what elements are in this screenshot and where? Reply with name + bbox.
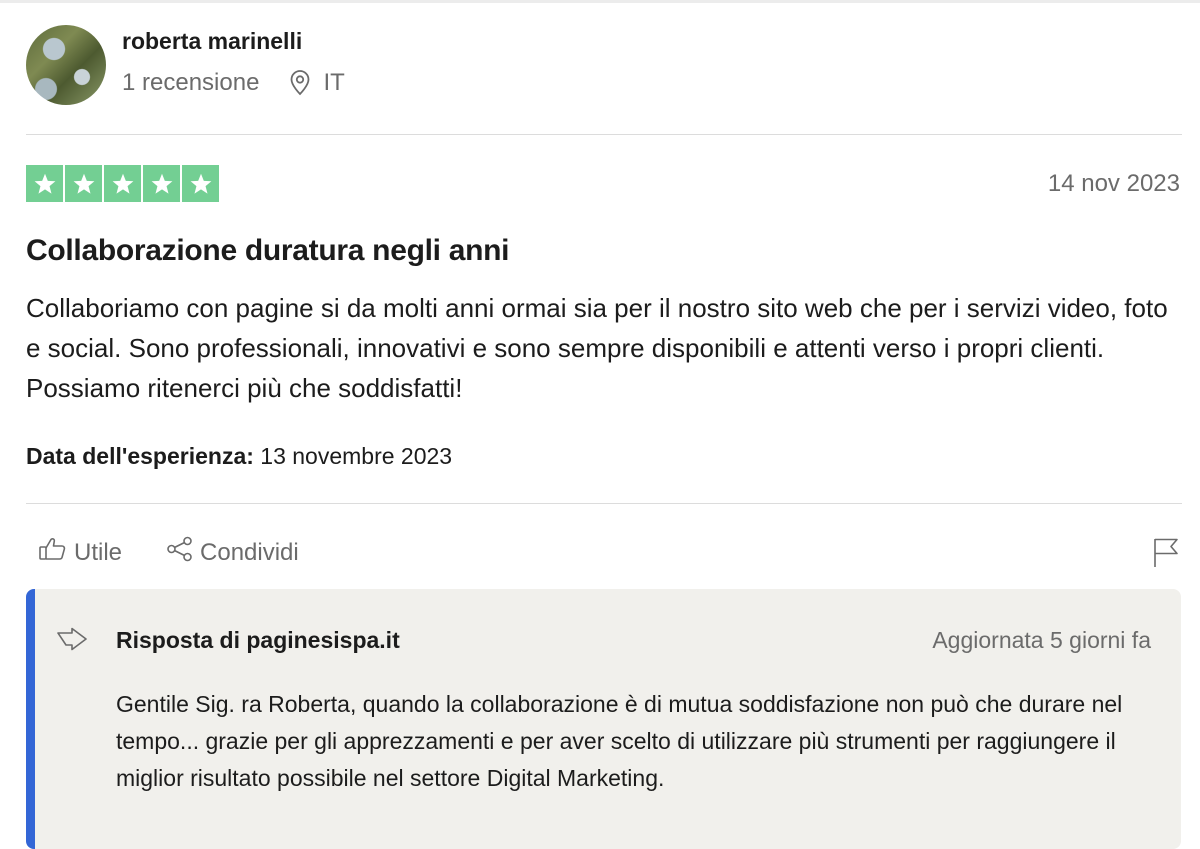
review-date: 14 nov 2023	[1047, 170, 1180, 197]
reply-title: Risposta di paginesispa.it	[116, 627, 400, 653]
star-icon	[104, 165, 141, 202]
location-pin-icon	[289, 69, 311, 96]
share-button[interactable]: Condividi	[166, 536, 299, 569]
reviewer-header: roberta marinelli 1 recensione IT	[26, 24, 345, 106]
experience-date-label: Data dell'esperienza:	[26, 443, 254, 469]
reply-updated: Aggiornata 5 giorni fa	[932, 627, 1151, 653]
experience-date: Data dell'esperienza: 13 novembre 2023	[26, 443, 452, 470]
experience-date-value: 13 novembre 2023	[260, 443, 453, 469]
reply-arrow-icon	[56, 627, 88, 656]
review-actions: Utile Condividi	[38, 536, 299, 569]
actions-divider	[26, 503, 1182, 504]
flag-icon	[1152, 538, 1180, 572]
share-icon	[166, 536, 200, 569]
reply-accent-bar	[26, 589, 35, 849]
reviewer-country: IT	[323, 68, 345, 96]
reviewer-info: roberta marinelli 1 recensione IT	[122, 28, 345, 97]
avatar[interactable]	[26, 25, 106, 105]
share-label: Condividi	[200, 538, 299, 566]
star-icon	[65, 165, 102, 202]
review-title[interactable]: Collaborazione duratura negli anni	[26, 234, 510, 268]
top-border	[0, 0, 1200, 3]
report-flag-button[interactable]	[1152, 536, 1180, 573]
header-divider	[26, 134, 1182, 135]
star-rating	[26, 165, 219, 202]
reviews-count: 1 recensione	[122, 68, 260, 96]
reply-body: Gentile Sig. ra Roberta, quando la colla…	[116, 691, 1123, 791]
star-icon	[182, 165, 219, 202]
review-card: roberta marinelli 1 recensione IT 14 nov…	[0, 0, 1200, 849]
useful-button[interactable]: Utile	[38, 536, 122, 569]
useful-label: Utile	[74, 538, 123, 566]
star-icon	[143, 165, 180, 202]
reviewer-name[interactable]: roberta marinelli	[122, 28, 345, 55]
company-reply: Risposta di paginesispa.it Aggiornata 5 …	[26, 589, 1181, 849]
star-icon	[26, 165, 63, 202]
reviewer-meta: 1 recensione IT	[122, 69, 345, 97]
thumbs-up-icon	[38, 536, 74, 569]
review-body: Collaboriamo con pagine si da molti anni…	[26, 293, 1168, 403]
